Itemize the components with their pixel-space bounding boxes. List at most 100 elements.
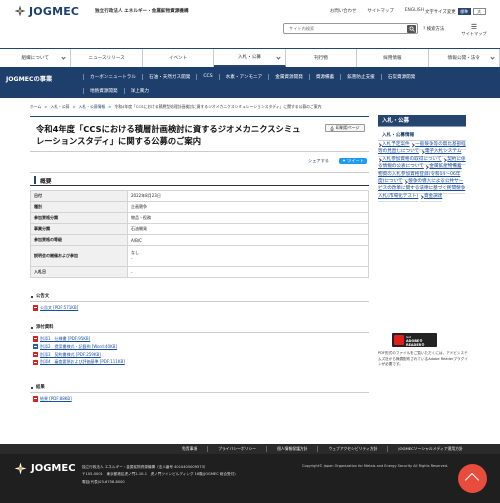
footer-link[interactable]: JOGMECソーシャルメディア運用方針: [387, 446, 472, 452]
business-nav-item[interactable]: カーボンニュートラル: [83, 74, 142, 80]
business-nav-item[interactable]: 鉱害防止支援: [340, 74, 381, 80]
copyright: Copyright© Japan Organization for Metals…: [302, 464, 449, 468]
word-icon: [33, 343, 38, 350]
search-howto-link[interactable]: ? 検索方法: [423, 26, 444, 32]
footer-link[interactable]: 個人情報保護方針: [266, 446, 317, 452]
business-nav-item[interactable]: 石炭資源開発: [380, 74, 422, 80]
section-heading: 結果: [30, 384, 369, 393]
font-size-label: 文字サイズ変更: [425, 9, 456, 15]
side-nav: 入札・公募 入札・公募情報 入札予定案件 一般競争等の無比基部経等の見直しについ…: [378, 115, 466, 202]
breadcrumb-bids[interactable]: 入札・公募: [50, 104, 69, 110]
attachment-label: 別添4 審査要領および評価基準 [PDF:111KB]: [40, 359, 125, 365]
global-nav-events[interactable]: イベント: [143, 49, 215, 67]
search-button[interactable]: [407, 25, 416, 33]
sitemap-button[interactable]: ☰ サイトマップ: [459, 23, 489, 37]
table-row: 参加資格の等級 A/B/C: [30, 234, 369, 246]
adobe-note: PDF形式のファイルをご覧いただくには、アドビシステムズ社から無償配布されている…: [378, 351, 468, 367]
footer-link[interactable]: ウェブアクセシビリティ方針: [317, 446, 387, 452]
search-input[interactable]: [289, 24, 401, 33]
row-value: 企画競争: [127, 201, 369, 213]
side-nav-item[interactable]: 資金調達: [419, 191, 443, 202]
footer-logo[interactable]: JOGMEC: [14, 462, 76, 475]
attachment-link[interactable]: 別添3 契約書様式 [PDF:259KB]: [30, 351, 369, 359]
row-value: 2022年8月23日: [127, 190, 369, 202]
breadcrumb-separator: >: [72, 104, 76, 109]
attachment-link[interactable]: 別添2 提案書様式・記載例 [Word:40KB]: [30, 343, 369, 351]
row-value: なし -: [127, 245, 369, 267]
footer-link[interactable]: プライバシーポリシー: [207, 446, 266, 452]
jogmec-logo-icon: [14, 5, 26, 17]
global-nav-publications[interactable]: 刊行物: [286, 49, 358, 67]
contact-link[interactable]: お問い合わせ: [330, 8, 356, 14]
pdf-icon: [33, 351, 38, 358]
row-key: 参加資格分類: [30, 212, 128, 224]
global-nav-label: 採用情報: [383, 56, 402, 61]
chevron-down-icon: [490, 55, 495, 60]
english-link[interactable]: ENGLISH: [405, 8, 424, 14]
breadcrumb: ホーム > 入札・公募 > 入札・公募情報 > 令和4年度「CCSにおける積層型処理計…: [30, 104, 321, 110]
address-line: 独立行政法人 エネルギー・金属鉱物資源機構（法人番号 4010405009573…: [82, 465, 208, 469]
summary-table: 日付 2022年8月23日 種別 企画競争 参加資格分類 物品・役務 事業分類 石油開発…: [30, 190, 369, 278]
business-nav-item[interactable]: 石油・天然ガス開発: [141, 74, 196, 80]
breadcrumb-separator: >: [44, 104, 48, 109]
tweet-button[interactable]: ✦ ツイート: [339, 158, 367, 164]
global-nav-label: 情報公開・法令: [447, 56, 480, 61]
adobe-logo-icon: [394, 335, 404, 345]
notice-section: 公告文 公告文 [PDF:571KB]: [30, 293, 369, 312]
global-nav-recruit[interactable]: 採用情報: [357, 49, 429, 67]
business-nav-item[interactable]: 金属資源開発: [268, 74, 309, 80]
table-row: 参加資格分類 物品・役務: [30, 212, 369, 224]
print-button[interactable]: ⎙ 印刷用ページ: [325, 124, 365, 132]
address-line: 〒105-0001 東京都港区虎ノ門2-10-1 虎ノ門ツインビルディング 16…: [82, 472, 236, 477]
row-key: 入札日: [30, 266, 128, 278]
business-nav-item[interactable]: 洋上風力: [123, 88, 155, 94]
breadcrumb-home[interactable]: ホーム: [30, 104, 41, 110]
font-size-switcher: 文字サイズ変更 標準 大: [425, 8, 486, 15]
org-name: 独立行政法人 エネルギー・金属鉱物資源機構: [95, 9, 189, 14]
global-nav-about[interactable]: 組織について: [0, 49, 72, 67]
breadcrumb-current: 令和4年度「CCSにおける積層型処理計画検討に資するジオメカニクスシミュレーショ…: [114, 104, 322, 109]
attachment-link[interactable]: 別添1 仕様書 [PDF:95KB]: [30, 335, 369, 343]
table-row: 説明会の開催および参加 なし -: [30, 245, 369, 267]
attachment-label: 結果 [PDF:88KB]: [40, 396, 72, 401]
sitemap-link[interactable]: サイトマップ: [367, 8, 393, 14]
adobe-reader-badge[interactable]: Get ADOBE® READER®: [392, 333, 437, 347]
attachment-link[interactable]: 公告文 [PDF:571KB]: [30, 304, 369, 312]
pdf-icon: [33, 336, 38, 342]
business-nav-row: 地熱資源開発 洋上風力: [83, 88, 155, 94]
footer-link[interactable]: 免責事項: [172, 446, 207, 452]
page-title: 令和4年度「CCSにおける積層計画検討に資するジオメカニクスシミュレーションスタ…: [36, 124, 301, 146]
table-row: 入札日 -: [30, 266, 369, 278]
business-nav-item[interactable]: 水素・アンモニア: [218, 74, 269, 80]
pdf-icon: [33, 396, 38, 402]
global-nav-news[interactable]: ニュースリリース: [71, 49, 143, 67]
global-nav-label: 入札・公募: [237, 55, 261, 60]
heading-bar-icon: [34, 176, 36, 184]
side-nav-heading[interactable]: 入札・公募: [378, 115, 466, 127]
breadcrumb-bid-info[interactable]: 入札・公募情報: [79, 104, 106, 110]
business-nav-item[interactable]: 資源備蓄: [308, 74, 340, 80]
table-row: 種別 企画競争: [30, 201, 369, 213]
side-nav-current[interactable]: 入札・公募情報: [378, 127, 466, 141]
chevron-down-icon: [276, 55, 281, 60]
attachment-link[interactable]: 結果 [PDF:88KB]: [30, 395, 369, 403]
share-link[interactable]: シェアする: [308, 158, 329, 163]
attachment-label: 別添3 契約書様式 [PDF:259KB]: [40, 351, 101, 357]
section-heading: 添付資料: [30, 324, 369, 333]
adobe-reader-label: ADOBE® READER®: [406, 339, 425, 347]
global-nav-bids[interactable]: 入札・公募: [214, 49, 286, 67]
business-nav-item[interactable]: 地熱資源開発: [83, 88, 124, 94]
business-nav-item[interactable]: CCS: [196, 74, 218, 80]
attachment-link[interactable]: 別添4 審査要領および評価基準 [PDF:111KB]: [30, 358, 369, 366]
global-nav-label: イベント: [168, 56, 188, 61]
question-icon: ?: [423, 27, 426, 32]
tweet-label: ツイート: [347, 158, 364, 163]
font-size-large-button[interactable]: 大: [472, 8, 486, 15]
back-to-top-button[interactable]: [458, 464, 487, 493]
attachment-label: 別添1 仕様書 [PDF:95KB]: [40, 336, 91, 341]
site-logo[interactable]: JOGMEC: [14, 5, 79, 18]
global-nav-disclosure[interactable]: 情報公開・法令: [429, 49, 500, 67]
title-box: 令和4年度「CCSにおける積層計画検討に資するジオメカニクスシミュレーションスタ…: [30, 116, 369, 152]
font-size-standard-button[interactable]: 標準: [457, 8, 471, 15]
global-nav-label: 組織について: [21, 56, 49, 61]
